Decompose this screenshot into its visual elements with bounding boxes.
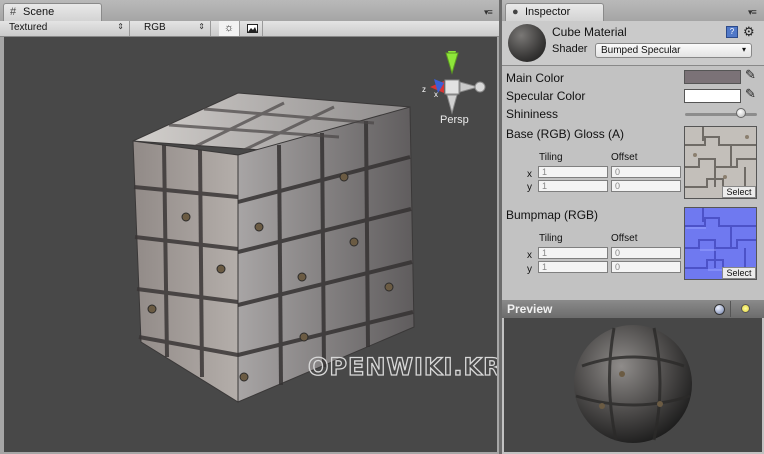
info-icon: ●	[512, 6, 519, 18]
settings-gear-icon[interactable]: ⚙	[743, 24, 755, 40]
scene-viewport[interactable]: z x Persp OPENWIKI.KR	[4, 37, 497, 452]
bump-x-label: x	[527, 250, 532, 261]
image-icon	[246, 24, 258, 33]
shader-dropdown[interactable]: Bumped Specular ▾	[595, 43, 752, 58]
dropdown-arrows-icon: ⇕	[198, 22, 205, 31]
base-tiling-label: Tiling	[539, 152, 563, 163]
scene-panel: # Scene ▾≡ Textured ⇕ RGB ⇕ ☼ z x Persp …	[0, 0, 499, 454]
scene-render: z x Persp OPENWIKI.KR	[132, 51, 497, 403]
bump-texture-select-button[interactable]: Select	[722, 267, 756, 279]
base-tiling-y-field[interactable]: 1	[538, 180, 608, 192]
bump-tiling-label: Tiling	[539, 233, 563, 244]
image-effects-toggle-button[interactable]	[242, 21, 263, 36]
preview-sphere	[574, 325, 692, 443]
base-x-label: x	[527, 169, 532, 180]
help-icon[interactable]: ?	[726, 26, 738, 38]
scene-toolbar: Textured ⇕ RGB ⇕ ☼	[0, 21, 499, 37]
bump-tiling-x-field[interactable]: 1	[538, 247, 608, 259]
gizmo-persp-label[interactable]: Persp	[440, 114, 469, 126]
base-y-label: y	[527, 182, 532, 193]
bump-offset-x-field[interactable]: 0	[611, 247, 681, 259]
eyedropper-icon[interactable]: ✎	[745, 86, 756, 102]
preview-sphere-mesh-icon[interactable]	[714, 304, 725, 315]
main-color-swatch[interactable]	[684, 70, 741, 84]
base-tiling-x-field[interactable]: 1	[538, 166, 608, 178]
tab-inspector[interactable]: ● Inspector	[505, 3, 604, 21]
tab-scene[interactable]: # Scene	[3, 3, 102, 21]
scene-gizmo[interactable]: z x	[422, 51, 486, 115]
grid-icon: #	[10, 6, 17, 18]
dropdown-arrows-icon: ⇕	[117, 22, 124, 31]
watermark-text: OPENWIKI.KR	[308, 353, 497, 381]
base-offset-label: Offset	[611, 152, 638, 163]
gizmo-x-label: x	[434, 90, 438, 99]
bump-y-label: y	[527, 264, 532, 275]
channel-value: RGB	[144, 22, 166, 33]
render-mode-value: Textured	[9, 22, 48, 33]
preview-toolbar-divider	[730, 301, 731, 317]
preview-light-icon[interactable]	[741, 304, 750, 313]
specular-color-swatch[interactable]	[684, 89, 741, 103]
shininess-slider-handle[interactable]	[736, 108, 747, 118]
main-color-label: Main Color	[506, 71, 565, 85]
bump-offset-label: Offset	[611, 233, 638, 244]
bump-tiling-y-field[interactable]: 1	[538, 261, 608, 273]
sun-icon: ☼	[223, 22, 235, 34]
render-mode-dropdown[interactable]: Textured ⇕	[4, 21, 130, 36]
scene-panel-menu-icon[interactable]: ▾≡	[484, 7, 493, 18]
lighting-toggle-button[interactable]: ☼	[219, 21, 240, 36]
preview-header[interactable]: Preview	[502, 300, 764, 318]
chevron-down-icon: ▾	[741, 45, 746, 54]
bump-texture-thumbnail[interactable]: Select	[684, 207, 757, 280]
material-thumbnail	[508, 24, 546, 62]
base-offset-y-field[interactable]: 0	[611, 180, 681, 192]
preview-title: Preview	[507, 302, 553, 316]
base-texture-title: Base (RGB) Gloss (A)	[506, 127, 625, 141]
eyedropper-icon[interactable]: ✎	[745, 67, 756, 83]
material-name: Cube Material	[552, 25, 627, 39]
bump-texture-title: Bumpmap (RGB)	[506, 208, 599, 222]
base-texture-select-button[interactable]: Select	[722, 186, 756, 198]
base-texture-thumbnail[interactable]: Select	[684, 126, 757, 199]
preview-area[interactable]	[504, 318, 762, 452]
shader-value: Bumped Specular	[601, 45, 681, 56]
tab-scene-label: Scene	[23, 6, 55, 18]
channel-dropdown[interactable]: RGB ⇕	[139, 21, 211, 36]
base-offset-x-field[interactable]: 0	[611, 166, 681, 178]
gizmo-z-label: z	[422, 85, 426, 94]
shininess-label: Shininess	[506, 107, 559, 121]
shader-label: Shader	[552, 43, 588, 55]
tab-inspector-label: Inspector	[525, 6, 571, 18]
bump-offset-y-field[interactable]: 0	[611, 261, 681, 273]
inspector-panel-menu-icon[interactable]: ▾≡	[748, 7, 757, 18]
shininess-slider-track[interactable]	[685, 113, 757, 116]
specular-color-label: Specular Color	[506, 89, 586, 103]
preview-render	[574, 325, 692, 443]
